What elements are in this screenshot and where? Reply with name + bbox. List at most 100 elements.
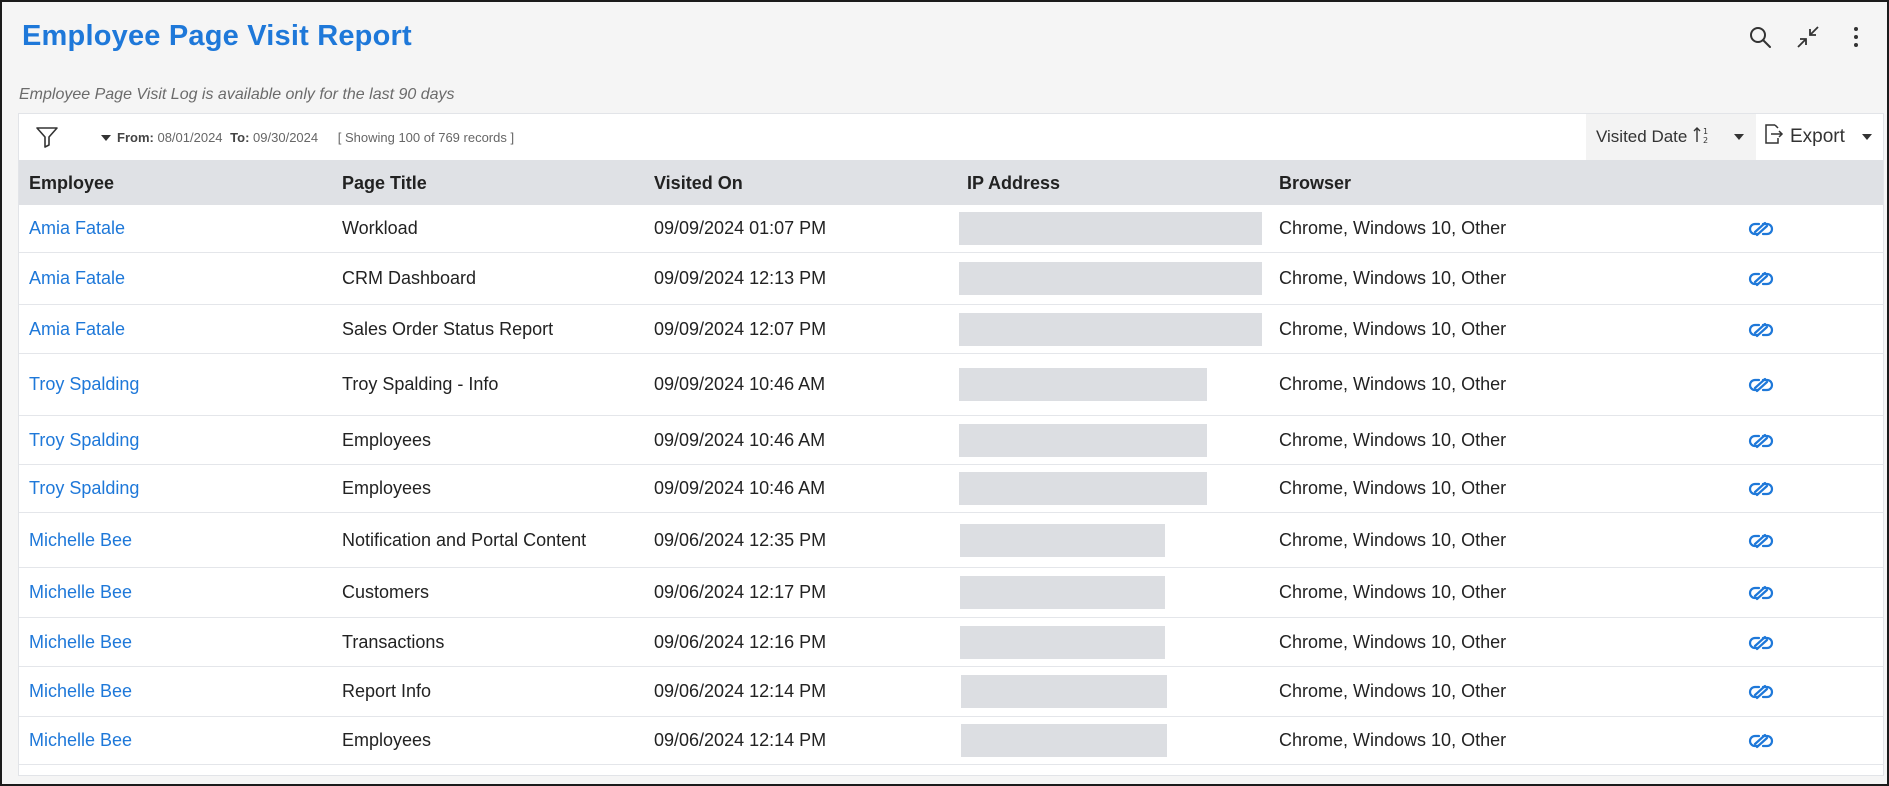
visited-on-cell: 09/09/2024 01:07 PM: [654, 218, 827, 238]
column-header-employee[interactable]: Employee: [29, 173, 114, 194]
filter-button[interactable]: [29, 122, 119, 152]
ip-address-redacted: [960, 626, 1165, 659]
sort-label: Visited Date: [1596, 127, 1688, 146]
table-row: Amia Fatale Sales Order Status Report 09/0…: [19, 305, 1883, 354]
browser-cell: Chrome, Windows 10, Other: [1279, 582, 1507, 602]
visited-on-cell: 09/06/2024 12:17 PM: [654, 582, 827, 602]
employee-link[interactable]: Michelle Bee: [29, 681, 132, 702]
link-icon[interactable]: [1746, 581, 1776, 610]
page-title-cell: Report Info: [342, 681, 432, 701]
visited-on-cell: 09/09/2024 10:46 AM: [654, 430, 826, 450]
employee-link[interactable]: Michelle Bee: [29, 632, 132, 653]
table-row: Michelle Bee Notification and Portal Cont…: [19, 513, 1883, 568]
employee-link[interactable]: Amia Fatale: [29, 268, 125, 289]
ip-address-redacted: [959, 424, 1207, 457]
svg-text:2: 2: [1703, 136, 1708, 145]
page-title-cell: Troy Spalding - Info: [342, 374, 499, 394]
link-icon[interactable]: [1746, 680, 1776, 709]
visited-on-cell: 09/06/2024 12:16 PM: [654, 632, 827, 652]
table-row: Amia Fatale Workload 09/09/2024 01:07 PM Ch…: [19, 205, 1883, 253]
page-title-cell: Employees: [342, 430, 432, 450]
link-icon[interactable]: [1746, 217, 1776, 246]
column-header-browser[interactable]: Browser: [1279, 173, 1351, 194]
from-value: 08/01/2024: [157, 130, 223, 145]
ip-address-redacted: [959, 262, 1262, 295]
export-button[interactable]: Export: [1762, 114, 1882, 160]
employee-link[interactable]: Amia Fatale: [29, 319, 125, 340]
table-row: Amia Fatale CRM Dashboard 09/09/2024 12:13…: [19, 253, 1883, 305]
link-icon[interactable]: [1746, 267, 1776, 296]
browser-cell: Chrome, Windows 10, Other: [1279, 268, 1507, 288]
table-row: Michelle Bee Report Info 09/06/2024 12:14 …: [19, 667, 1883, 717]
chevron-down-icon: [101, 135, 111, 141]
employee-link[interactable]: Troy Spalding: [29, 478, 139, 499]
export-label: Export: [1790, 126, 1845, 147]
employee-link[interactable]: Troy Spalding: [29, 374, 139, 395]
ip-address-redacted: [959, 368, 1207, 401]
employee-link[interactable]: Michelle Bee: [29, 582, 132, 603]
browser-cell: Chrome, Windows 10, Other: [1279, 632, 1507, 652]
table-row: Michelle Bee Customers 09/06/2024 12:17 PM…: [19, 568, 1883, 618]
visited-on-cell: 09/09/2024 10:46 AM: [654, 374, 826, 394]
table-header: Employee Page Title Visited On IP Addres…: [19, 160, 1883, 205]
ip-address-redacted: [961, 675, 1167, 708]
column-header-ip-address[interactable]: IP Address: [967, 173, 1060, 194]
page-title-cell: Workload: [342, 218, 418, 238]
report-toolbar: From: 08/01/2024 To: 09/30/2024 [ Showin…: [19, 114, 1883, 160]
employee-link[interactable]: Michelle Bee: [29, 530, 132, 551]
browser-cell: Chrome, Windows 10, Other: [1279, 319, 1507, 339]
link-icon[interactable]: [1746, 631, 1776, 660]
date-range: From: 08/01/2024 To: 09/30/2024 [ Showin…: [117, 130, 514, 145]
browser-cell: Chrome, Windows 10, Other: [1279, 374, 1507, 394]
retention-note: Employee Page Visit Log is available onl…: [19, 86, 455, 103]
link-icon[interactable]: [1746, 729, 1776, 758]
column-header-visited-on[interactable]: Visited On: [654, 173, 743, 194]
ip-address-redacted: [960, 524, 1165, 557]
table-row: Troy Spalding Employees 09/09/2024 10:46 A…: [19, 465, 1883, 513]
link-icon[interactable]: [1746, 477, 1776, 506]
ip-address-redacted: [959, 212, 1262, 245]
report-window: Employee Page Visit Report Employee Page…: [0, 0, 1889, 786]
browser-cell: Chrome, Windows 10, Other: [1279, 730, 1507, 750]
employee-link[interactable]: Troy Spalding: [29, 430, 139, 451]
page-title-cell: Employees: [342, 730, 432, 750]
report-panel: From: 08/01/2024 To: 09/30/2024 [ Showin…: [18, 113, 1884, 776]
table-row: Troy Spalding Employees 09/09/2024 10:46 A…: [19, 416, 1883, 465]
more-vertical-icon[interactable]: [1843, 22, 1869, 52]
employee-link[interactable]: Michelle Bee: [29, 730, 132, 751]
search-icon[interactable]: [1747, 22, 1773, 52]
page-title-cell: Customers: [342, 582, 430, 602]
link-icon[interactable]: [1746, 429, 1776, 458]
visited-on-cell: 09/09/2024 12:07 PM: [654, 319, 827, 339]
page-title-cell: Sales Order Status Report: [342, 319, 554, 339]
column-header-page-title[interactable]: Page Title: [342, 173, 427, 194]
sort-ascending-icon[interactable]: 12: [1693, 125, 1711, 150]
browser-cell: Chrome, Windows 10, Other: [1279, 478, 1507, 498]
page-title-cell: Employees: [342, 478, 432, 498]
chevron-down-icon: [1862, 134, 1872, 140]
link-icon[interactable]: [1746, 529, 1776, 558]
sort-dropdown[interactable]: Visited Date 12: [1586, 114, 1756, 160]
page-title: Employee Page Visit Report: [22, 20, 412, 52]
from-label: From:: [117, 130, 154, 145]
to-value: 09/30/2024: [253, 130, 319, 145]
link-icon[interactable]: [1746, 373, 1776, 402]
visited-on-cell: 09/06/2024 12:14 PM: [654, 681, 827, 701]
visited-on-cell: 09/09/2024 10:46 AM: [654, 478, 826, 498]
employee-link[interactable]: Amia Fatale: [29, 218, 125, 239]
collapse-icon[interactable]: [1795, 22, 1821, 52]
ip-address-redacted: [961, 724, 1167, 757]
chevron-down-icon: [1734, 134, 1744, 140]
table-row: Michelle Bee Transactions 09/06/2024 12:16…: [19, 618, 1883, 667]
visited-on-cell: 09/06/2024 12:14 PM: [654, 730, 827, 750]
to-label: To:: [230, 130, 250, 145]
link-icon[interactable]: [1746, 318, 1776, 347]
visited-on-cell: 09/09/2024 12:13 PM: [654, 268, 827, 288]
browser-cell: Chrome, Windows 10, Other: [1279, 430, 1507, 450]
visited-on-cell: 09/06/2024 12:35 PM: [654, 530, 827, 550]
browser-cell: Chrome, Windows 10, Other: [1279, 218, 1507, 238]
svg-text:1: 1: [1703, 127, 1708, 136]
ip-address-redacted: [959, 313, 1262, 346]
browser-cell: Chrome, Windows 10, Other: [1279, 530, 1507, 550]
filter-icon: [35, 125, 59, 154]
